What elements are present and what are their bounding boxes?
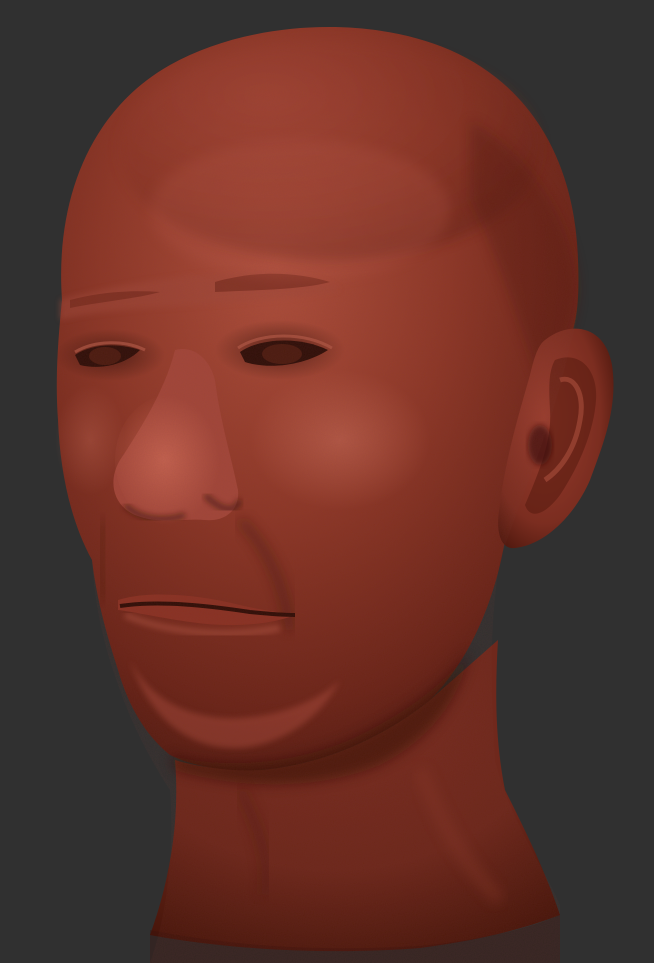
head-sculpt-render bbox=[0, 0, 654, 963]
sculpt-viewport bbox=[0, 0, 654, 963]
